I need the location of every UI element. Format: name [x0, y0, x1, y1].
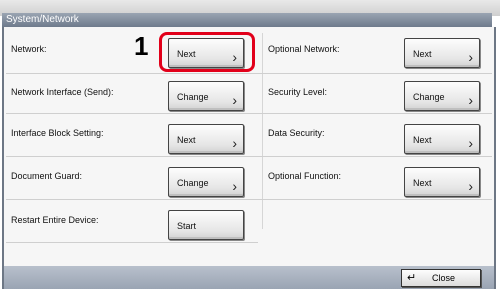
data-security-next-label: Next	[413, 135, 432, 145]
interface-block-setting-label: Interface Block Setting:	[11, 128, 104, 138]
security-level-change-button[interactable]: Change ›	[404, 81, 480, 111]
chevron-right-icon: ›	[468, 49, 473, 65]
row-divider	[6, 73, 492, 74]
chevron-right-icon: ›	[468, 178, 473, 194]
chevron-right-icon: ›	[468, 92, 473, 108]
optional-function-label: Optional Function:	[268, 171, 342, 181]
optional-network-next-button[interactable]: Next ›	[404, 38, 480, 68]
optional-network-next-label: Next	[413, 49, 432, 59]
document-guard-label: Document Guard:	[11, 171, 83, 181]
security-level-label: Security Level:	[268, 87, 328, 97]
interface-block-next-button[interactable]: Next ›	[168, 124, 244, 154]
data-security-label: Data Security:	[268, 128, 325, 138]
system-network-screen: System/Network Network: Next › Network I…	[0, 0, 500, 289]
step-marker: 1	[134, 31, 149, 61]
return-arrow-icon: ↵	[407, 272, 417, 284]
interface-block-next-label: Next	[177, 135, 196, 145]
document-guard-change-button[interactable]: Change ›	[168, 167, 244, 197]
close-button[interactable]: ↵ Close	[401, 269, 481, 287]
network-interface-send-label: Network Interface (Send):	[11, 87, 114, 97]
restart-start-label: Start	[177, 221, 197, 231]
row-divider	[6, 156, 492, 157]
row-divider	[6, 242, 258, 243]
restart-start-button[interactable]: Start	[168, 210, 244, 240]
optional-function-next-label: Next	[413, 178, 432, 188]
network-interface-change-label: Change	[177, 92, 209, 102]
chevron-right-icon: ›	[232, 135, 237, 151]
data-security-next-button[interactable]: Next ›	[404, 124, 480, 154]
optional-network-label: Optional Network:	[268, 44, 340, 54]
restart-entire-device-label: Restart Entire Device:	[11, 215, 99, 225]
security-level-change-label: Change	[413, 92, 445, 102]
highlight-box	[159, 32, 255, 72]
network-label: Network:	[11, 44, 47, 54]
network-interface-change-button[interactable]: Change ›	[168, 81, 244, 111]
chevron-right-icon: ›	[468, 135, 473, 151]
row-divider	[6, 199, 492, 200]
chevron-right-icon: ›	[232, 92, 237, 108]
window-title: System/Network	[2, 13, 492, 27]
close-label: Close	[432, 273, 456, 283]
chevron-right-icon: ›	[232, 178, 237, 194]
optional-function-next-button[interactable]: Next ›	[404, 167, 480, 197]
row-divider	[6, 113, 492, 114]
document-guard-change-label: Change	[177, 178, 209, 188]
